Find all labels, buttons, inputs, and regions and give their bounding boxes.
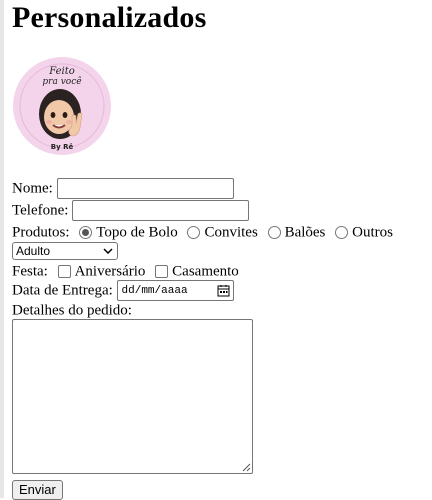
- nome-row: Nome:: [12, 178, 234, 200]
- svg-text:By Rê: By Rê: [51, 143, 74, 151]
- date-placeholder: dd/mm/aaaa: [121, 284, 188, 297]
- data-entrega-label: Data de Entrega:: [12, 282, 113, 299]
- checkbox-aniversario[interactable]: [57, 265, 71, 279]
- detalhes-label: Detalhes do pedido:: [12, 302, 132, 319]
- nome-label: Nome:: [12, 180, 53, 197]
- radio-label-baloes: Balões: [284, 224, 326, 241]
- radio-outros[interactable]: [335, 226, 349, 240]
- tipo-row: Adulto: [12, 241, 118, 261]
- checkbox-label-casamento: Casamento: [172, 263, 239, 280]
- nome-input[interactable]: [56, 178, 234, 200]
- brand-logo: Feito pra você By Rê: [12, 56, 112, 156]
- checkbox-label-aniversario: Aniversário: [74, 263, 146, 280]
- tipo-select-value: Adulto: [16, 244, 51, 258]
- radio-label-outros: Outros: [352, 224, 393, 241]
- data-entrega-row: Data de Entrega: dd/mm/aaaa: [12, 280, 234, 302]
- radio-label-topo-de-bolo: Topo de Bolo: [96, 224, 178, 241]
- svg-text:pra você: pra você: [42, 76, 81, 87]
- enviar-button[interactable]: Enviar: [12, 480, 63, 500]
- detalhes-textarea[interactable]: [12, 319, 253, 474]
- resize-grip-icon[interactable]: [242, 463, 251, 472]
- calendar-icon[interactable]: [217, 284, 230, 297]
- telefone-input[interactable]: [72, 200, 250, 222]
- detalhes-row: Detalhes do pedido:: [12, 300, 132, 321]
- svg-text:Feito: Feito: [48, 66, 75, 77]
- chevron-down-icon: [103, 248, 113, 254]
- radio-topo-de-bolo[interactable]: [79, 226, 93, 240]
- page-left-border: [0, 0, 4, 498]
- radio-convites[interactable]: [187, 226, 201, 240]
- data-entrega-input[interactable]: dd/mm/aaaa: [116, 280, 234, 302]
- radio-label-convites: Convites: [204, 224, 258, 241]
- produtos-row: Produtos: Topo de Bolo Convites Balões O…: [12, 222, 393, 243]
- brand-logo-image: Feito pra você By Rê: [13, 57, 111, 155]
- page-title: Personalizados: [12, 1, 207, 34]
- tipo-select[interactable]: Adulto: [12, 242, 118, 260]
- checkbox-casamento[interactable]: [155, 265, 169, 279]
- festa-label: Festa:: [12, 263, 48, 280]
- radio-baloes[interactable]: [267, 226, 281, 240]
- festa-row: Festa: Aniversário Casamento: [12, 261, 239, 282]
- telefone-label: Telefone:: [12, 202, 69, 219]
- telefone-row: Telefone:: [12, 200, 250, 222]
- produtos-label: Produtos:: [12, 224, 70, 241]
- page-content: Personalizados Feito pra você By Rê Nome…: [12, 0, 428, 500]
